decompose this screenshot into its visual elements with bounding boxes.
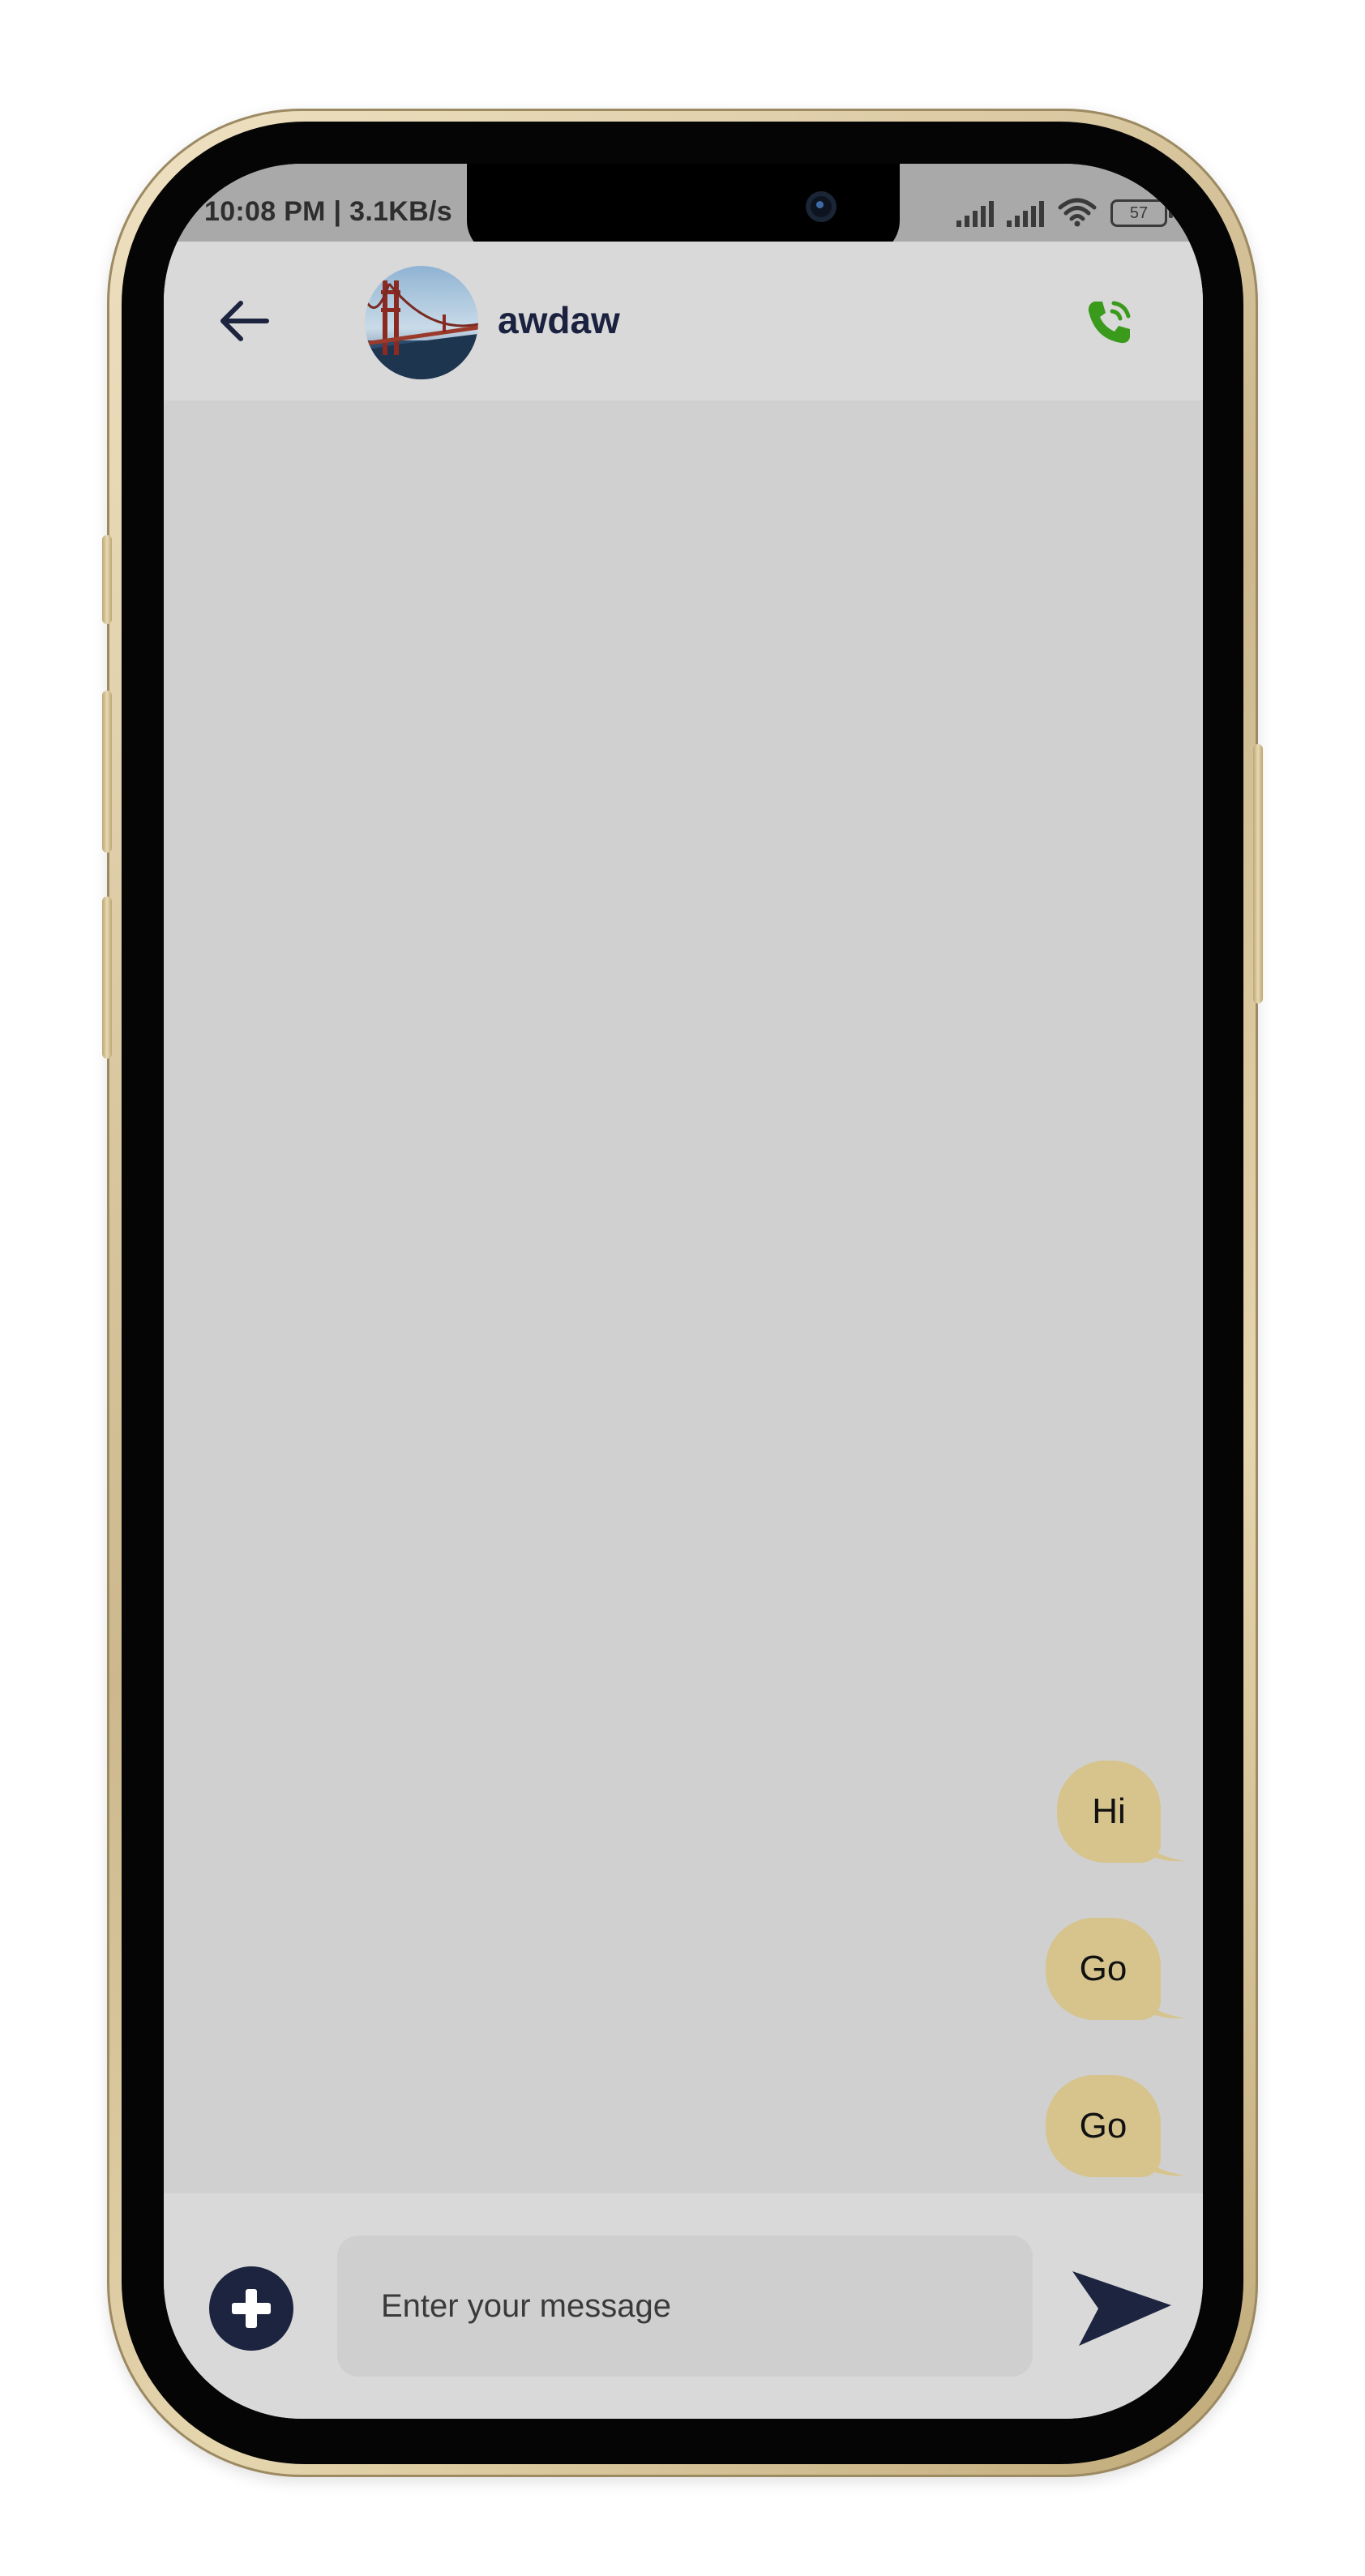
message-row: Hi [1057,1761,1203,1866]
send-button[interactable] [1067,2266,1177,2351]
call-button[interactable] [1080,292,1140,352]
phone-call-icon [1088,301,1131,344]
battery-icon: 57 [1110,199,1173,227]
phone-screen: 10:08 PM | 3.1KB/s 57 awdaw Hi Go Go Ent… [164,164,1203,2419]
back-button[interactable] [214,292,272,350]
wifi-icon [1058,198,1097,227]
chat-header: awdaw [164,242,1203,400]
message-text: Hi [1092,1791,1126,1831]
golden-gate-bridge-photo [365,266,478,379]
plus-circle-icon [232,2289,271,2328]
contact-name[interactable]: awdaw [498,298,620,342]
volume-up-button [102,691,112,853]
status-icons: 57 [956,196,1173,227]
messages-area: Hi Go Go [164,400,1203,2193]
add-attachment-button[interactable] [209,2266,293,2351]
message-text: Go [1079,1949,1128,1988]
silent-switch [102,535,112,624]
signal-icon [956,201,994,227]
signal-icon [1007,201,1044,227]
input-bar [164,2193,1203,2419]
message-text: Go [1079,2106,1128,2146]
bubble-tail [1136,1988,1185,2019]
status-time: 10:08 PM | 3.1KB/s [204,196,452,227]
avatar[interactable] [365,266,478,379]
message-row: Go [1046,2075,1203,2180]
message-input[interactable] [337,2236,1033,2377]
arrow-left-icon [220,301,269,341]
bubble-tail [1136,2145,1185,2176]
bubble-tail [1136,1830,1185,1862]
send-arrow-icon [1072,2271,1171,2346]
volume-down-button [102,896,112,1059]
power-button [1253,744,1263,1003]
front-camera [806,191,837,222]
battery-level: 57 [1129,204,1149,222]
message-row: Go [1046,1918,1203,2023]
